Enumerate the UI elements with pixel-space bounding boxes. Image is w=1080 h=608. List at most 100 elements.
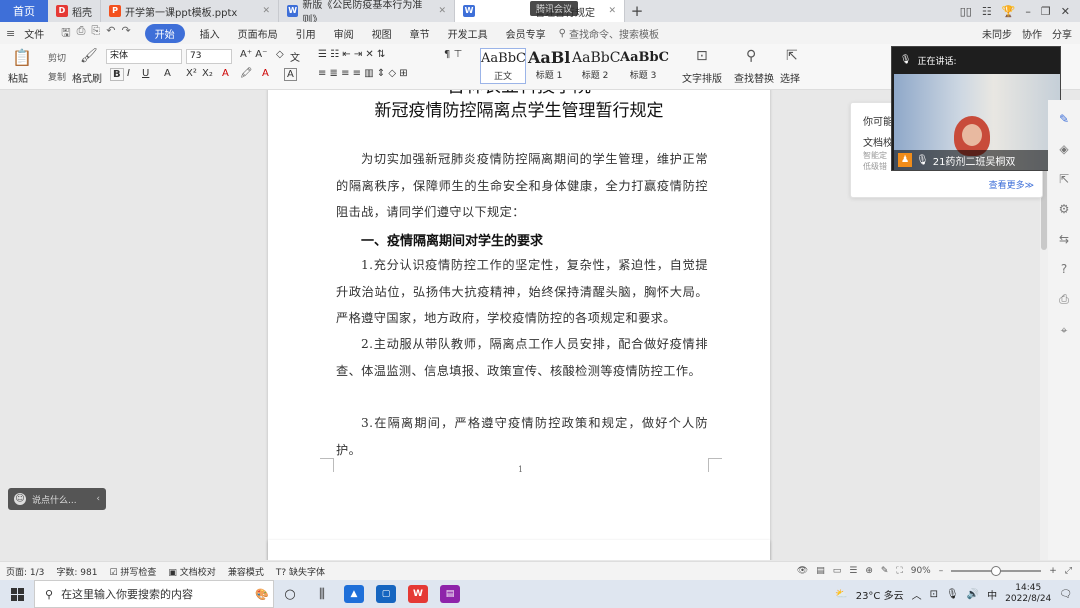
network-icon[interactable]: ⊡ [930, 589, 938, 600]
adjust-icon[interactable]: ⇆ [1059, 232, 1069, 246]
menu-page-layout[interactable]: 页面布局 [229, 26, 287, 41]
menu-insert[interactable]: 插入 [191, 26, 229, 41]
taskbar-app-meeting[interactable]: ▲ [338, 580, 370, 608]
start-button[interactable] [0, 587, 34, 601]
document-page[interactable]: 吉林农业科技学院 新冠疫情防控隔离点学生管理暂行规定 为切实加强新冠肺炎疫情防控… [268, 90, 770, 560]
shapes-icon[interactable]: ◈ [1059, 142, 1068, 156]
zoom-slider[interactable] [951, 566, 1042, 576]
missing-font-button[interactable]: T? 缺失字体 [276, 565, 325, 578]
eye-icon[interactable]: 👁 [797, 566, 808, 576]
find-replace-icon[interactable]: ⚲ [746, 48, 756, 64]
menu-member[interactable]: 会员专享 [497, 26, 555, 41]
avatar[interactable]: 🏆 [1002, 5, 1016, 18]
weather-icon[interactable]: ⛅ [835, 589, 847, 600]
char-border-button[interactable]: A [284, 68, 297, 81]
menu-developer[interactable]: 开发工具 [439, 26, 497, 41]
print-icon[interactable]: ⎘ [91, 24, 100, 43]
chevron-up-icon[interactable]: ︿ [912, 587, 922, 602]
close-window-button[interactable]: ✕ [1061, 5, 1070, 18]
pilcrow-icon[interactable]: ¶ ⊤ [444, 49, 462, 60]
restore-button[interactable]: ❐ [1041, 5, 1051, 18]
strikethrough-button[interactable]: A [164, 68, 171, 79]
select-icon[interactable]: ⇱ [786, 48, 798, 64]
edit-icon[interactable]: ✎ [1059, 112, 1069, 126]
sync-status[interactable]: 未同步 [982, 26, 1012, 41]
tab-docer[interactable]: D 稻壳 [48, 0, 101, 22]
style-heading-1[interactable]: AaBl 标题 1 [528, 48, 570, 84]
format-painter-button[interactable]: 格式刷 [72, 70, 102, 85]
save-icon[interactable]: 🖫 [61, 24, 70, 43]
write-view-icon[interactable]: ✎ [881, 566, 889, 576]
share-button[interactable]: 分享 [1052, 26, 1072, 41]
grid-icon[interactable]: ☷ [982, 5, 992, 18]
menu-references[interactable]: 引用 [287, 26, 325, 41]
cut-button[interactable]: 剪切 [48, 51, 66, 64]
page-view-icon[interactable]: ▤ [816, 566, 825, 576]
help-icon[interactable]: ? [1061, 262, 1067, 276]
superscript-button[interactable]: X² [186, 68, 197, 79]
tab-home[interactable]: 首页 [0, 0, 48, 22]
bullet-list-icon[interactable]: ☰ ☷ ⇤ ⇥ ✕ ⇅ [318, 49, 385, 60]
text-color-button[interactable]: A [262, 68, 269, 79]
zoom-slider-knob[interactable] [991, 566, 1002, 576]
tab-doc1[interactable]: W 新版《公民防疫基本行为准则》 ✕ [279, 0, 455, 26]
find-replace-button[interactable]: 查找替换 [734, 70, 774, 85]
taskbar-app-winrar[interactable]: ▤ [434, 580, 466, 608]
hamburger-icon[interactable]: ≡ [6, 27, 15, 40]
phonetic-icon[interactable]: 文 [290, 49, 300, 64]
read-view-icon[interactable]: ▭ [833, 566, 842, 576]
location-icon[interactable]: ⌖ [1061, 323, 1068, 338]
layout-icon[interactable]: ▯▯ [960, 5, 972, 18]
menu-view[interactable]: 视图 [363, 26, 401, 41]
add-tab-button[interactable]: + [625, 0, 649, 22]
suggest-proofread[interactable]: 文档校 [863, 134, 893, 149]
fit-icon[interactable]: ⛶ [896, 566, 902, 576]
text-layout-button[interactable]: 文字排版 [682, 70, 722, 85]
emoji-icon[interactable]: ☺ [14, 493, 26, 505]
clear-format-icon[interactable]: ◇ [276, 49, 284, 60]
tab-pptx[interactable]: P 开学第一课ppt模板.pptx ✕ [101, 0, 279, 22]
web-view-icon[interactable]: ⊕ [865, 566, 873, 576]
paste-icon[interactable]: 📋 [12, 48, 32, 67]
clock[interactable]: 14:45 2022/8/24 [1005, 583, 1051, 605]
see-more-link[interactable]: 查看更多≫ [989, 178, 1034, 191]
font-name-select[interactable]: 宋体 [106, 49, 182, 64]
document-page-2[interactable] [268, 540, 770, 560]
task-view-icon[interactable]: ○ [274, 580, 306, 608]
redo-icon[interactable]: ↷ [121, 24, 130, 43]
zoom-out-button[interactable]: – [939, 566, 944, 576]
zoom-in-button[interactable]: + [1049, 566, 1057, 576]
spell-check-toggle[interactable]: ☑ 拼写检查 [109, 565, 156, 578]
meeting-video-window[interactable]: 🎙 正在讲话: ♟ 🎙 21药剂二班吴桐双 [891, 46, 1061, 171]
paste-button[interactable]: 粘贴 [8, 70, 28, 85]
close-icon[interactable]: ✕ [438, 6, 446, 16]
page-indicator[interactable]: 页面: 1/3 [6, 565, 44, 578]
settings-icon[interactable]: ⚙ [1059, 202, 1070, 216]
menu-file[interactable]: 文件 [15, 26, 53, 41]
menu-sections[interactable]: 章节 [401, 26, 439, 41]
copy-button[interactable]: 复制 [48, 70, 66, 83]
taskbar-app-wps[interactable]: W [402, 580, 434, 608]
style-heading-2[interactable]: AaBbC 标题 2 [572, 48, 620, 84]
zoom-level[interactable]: 90% [911, 566, 931, 576]
collaborate-button[interactable]: 协作 [1022, 26, 1042, 41]
meeting-chat-input[interactable]: ☺ 说点什么... ‹ [8, 488, 106, 510]
fullscreen-icon[interactable]: ⤢ [1065, 566, 1072, 576]
menu-review[interactable]: 审阅 [325, 26, 363, 41]
close-icon[interactable]: ✕ [262, 6, 270, 16]
font-size-select[interactable]: 73 [186, 49, 232, 64]
menu-start[interactable]: 开始 [144, 23, 185, 43]
chevron-left-icon[interactable]: ‹ [96, 494, 100, 504]
underline-button[interactable]: U [142, 68, 149, 79]
widgets-icon[interactable]: ⫼ [306, 580, 338, 608]
subscript-button[interactable]: X₂ [202, 68, 213, 79]
select-button[interactable]: 选择 [780, 70, 800, 85]
mic-icon[interactable]: 🎙 [946, 589, 959, 600]
highlight-button[interactable]: 🖍 [240, 68, 253, 79]
taskbar-app-blue[interactable]: ▢ [370, 580, 402, 608]
text-layout-icon[interactable]: ⊡ [696, 48, 708, 64]
bold-button[interactable]: B [110, 68, 124, 81]
weather-text[interactable]: 23°C 多云 [856, 587, 904, 602]
format-painter-icon[interactable]: 🖌 [80, 48, 98, 64]
print-preview-icon[interactable]: ⎙ [77, 24, 86, 43]
